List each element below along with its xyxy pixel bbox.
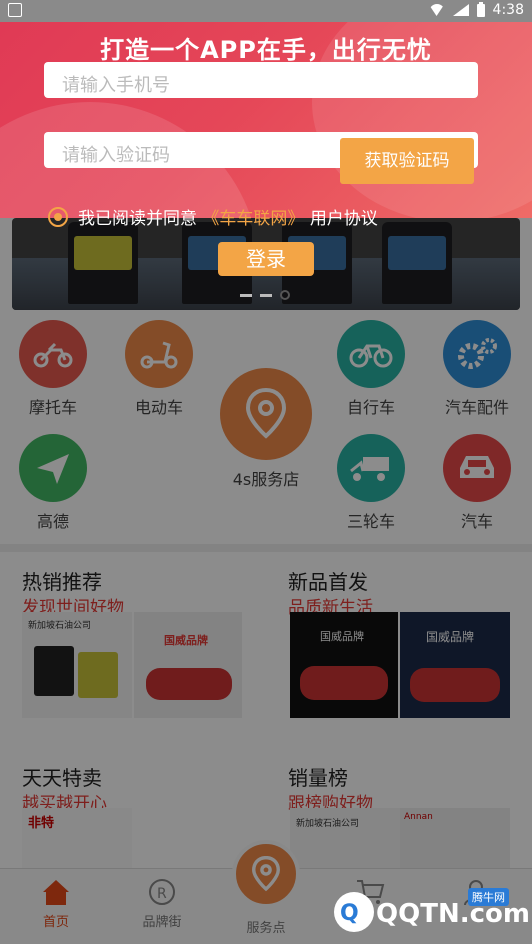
category-label: 汽车 (460, 512, 493, 531)
agree-radio[interactable] (48, 206, 68, 227)
svg-text:Q: Q (340, 901, 359, 926)
location-pin-icon (252, 856, 280, 892)
product-image[interactable]: 新加坡石油公司 (290, 808, 400, 868)
tab-label: 首页 (42, 915, 69, 930)
category-bicycle[interactable]: 自行车 (326, 320, 416, 418)
category-label: 电动车 (134, 398, 183, 417)
category-auto-parts[interactable]: 汽车配件 (432, 320, 522, 418)
bicycle-icon (337, 320, 405, 388)
service-center-label: 4s服务店 (232, 470, 300, 489)
login-panel: 打造一个APP在手，出行无忧 请输入手机号 请输入验证码 获取验证码 (0, 22, 532, 218)
product-caption: 国威品牌 (426, 630, 475, 644)
section-title[interactable]: 销量榜 (288, 762, 348, 791)
category-amap[interactable]: 高德 (8, 434, 98, 532)
product-caption: 非特 (28, 816, 55, 831)
login-button[interactable]: 登录 (218, 242, 314, 276)
svg-text:R: R (157, 886, 167, 902)
product-caption: 新加坡石油公司 (28, 621, 92, 631)
category-label: 自行车 (346, 398, 395, 417)
navigation-arrow-icon (19, 434, 87, 502)
agree-suffix: 用户协议 (309, 209, 378, 229)
product-image[interactable]: 新加坡石油公司 (22, 612, 132, 718)
battery-icon (476, 1, 485, 17)
section-title[interactable]: 新品首发 (288, 566, 368, 595)
product-caption: 国威品牌 (320, 630, 364, 643)
section-title[interactable]: 天天特卖 (22, 762, 102, 791)
oil-bottle-image (382, 222, 452, 304)
home-icon (41, 877, 71, 907)
car-icon (443, 434, 511, 502)
tab-service-point[interactable]: 服务点 (216, 917, 316, 936)
gears-icon (443, 320, 511, 388)
tricycle-icon (337, 434, 405, 502)
product-image[interactable]: 国威品牌 (400, 612, 510, 718)
category-car[interactable]: 汽车 (432, 434, 522, 532)
watermark-badge: 腾牛网 (468, 888, 509, 906)
product-image[interactable]: 国威品牌 (134, 612, 242, 718)
signal-icon (452, 4, 469, 16)
code-placeholder: 请输入验证码 (62, 145, 170, 166)
category-label: 汽车配件 (444, 398, 509, 417)
motorcycle-icon (19, 320, 87, 388)
category-label: 三轮车 (346, 512, 395, 531)
location-pin-icon (245, 388, 287, 439)
panel-title: 打造一个APP在手，出行无忧 (100, 36, 432, 64)
product-caption: 国威品牌 (164, 634, 208, 647)
watermark-logo: Q QQTN.com 腾牛网 (330, 888, 530, 938)
product-image[interactable]: Annan (400, 808, 510, 868)
phone-input[interactable]: 请输入手机号 (44, 62, 478, 98)
carousel-indicator (240, 290, 290, 300)
product-caption: 新加坡石油公司 (296, 819, 360, 829)
product-image[interactable]: 非特 (22, 808, 132, 868)
service-center-button[interactable] (220, 368, 312, 460)
tab-label: 品牌街 (142, 915, 182, 930)
tab-label: 服务点 (246, 921, 286, 936)
category-tricycle[interactable]: 三轮车 (326, 434, 416, 532)
oil-bottle-image (68, 222, 138, 304)
get-code-button[interactable]: 获取验证码 (340, 138, 474, 184)
category-label: 高德 (36, 512, 69, 531)
brand-icon: R (147, 877, 177, 907)
wifi-icon (428, 4, 445, 16)
notification-icon (8, 3, 22, 17)
agree-prefix: 我已阅读并同意 (78, 209, 197, 229)
status-time: 4:38 (492, 2, 524, 18)
section-divider (0, 544, 532, 552)
service-point-button[interactable] (232, 840, 300, 908)
product-caption: Annan (404, 812, 433, 822)
section-title[interactable]: 热销推荐 (22, 566, 102, 595)
tab-home[interactable]: 首页 (6, 877, 106, 930)
category-label: 摩托车 (28, 398, 77, 417)
status-bar: 4:38 (0, 0, 532, 22)
category-motorcycle[interactable]: 摩托车 (8, 320, 98, 418)
tab-brand-street[interactable]: R 品牌街 (112, 877, 212, 930)
phone-placeholder: 请输入手机号 (62, 75, 170, 96)
agreement-link[interactable]: 《车车联网》 (202, 209, 304, 229)
scooter-icon (125, 320, 193, 388)
product-image[interactable]: 国威品牌 (290, 612, 398, 718)
category-scooter[interactable]: 电动车 (114, 320, 204, 418)
agreement-row[interactable]: 我已阅读并同意 《车车联网》 用户协议 (48, 204, 378, 229)
